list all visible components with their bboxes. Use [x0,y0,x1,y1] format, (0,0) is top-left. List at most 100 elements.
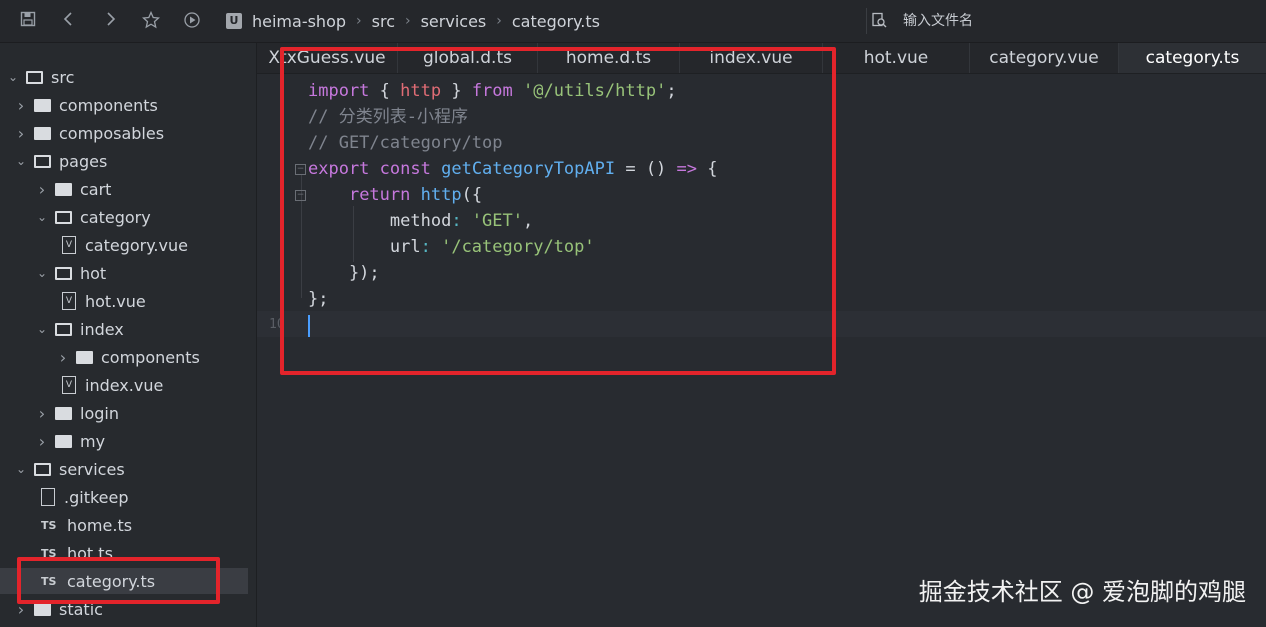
folder-icon [34,98,51,112]
current-line-highlight [257,311,1266,337]
chevron-down-icon[interactable]: ⌄ [6,70,20,84]
fold-toggle-icon[interactable]: − [295,190,306,201]
tab-index-vue[interactable]: index.vue [680,43,823,73]
code-token: { [697,159,718,179]
code-token: , [522,211,534,231]
code-token: { [369,81,401,101]
folder-icon [55,406,72,420]
tree-item-index-vue[interactable]: Vindex.vue [0,372,248,398]
folder-icon [55,182,72,196]
ts-file-icon: TS [41,546,57,560]
tree-item-index[interactable]: ⌄ index [0,316,248,342]
chevron-right-icon[interactable]: › [14,600,28,619]
code-token: } [441,81,472,101]
code-token: 'GET' [471,211,523,231]
code-editor[interactable]: − − 10 import { http } from '@/utils/htt… [257,74,1266,627]
tree-item-cart[interactable]: › cart [0,176,248,202]
chevron-down-icon[interactable]: ⌄ [35,322,49,336]
tree-item-category-ts[interactable]: TS category.ts [0,568,248,594]
folder-open-icon [34,462,51,476]
breadcrumb-services[interactable]: services [421,12,487,31]
run-icon[interactable] [182,11,202,31]
code-token: = () [615,159,677,179]
tree-item-composables[interactable]: › composables [0,120,248,146]
tab-category-ts[interactable]: category.ts [1119,43,1266,73]
tree-item-label: pages [59,151,108,171]
code-token: method [389,211,452,231]
breadcrumb-src[interactable]: src [372,12,395,31]
code-token: '@/utils/http' [523,81,667,101]
breadcrumb-project[interactable]: heima-shop [252,12,346,31]
chevron-down-icon[interactable]: ⌄ [14,462,28,476]
back-icon[interactable] [59,11,79,31]
chevron-right-icon[interactable]: › [14,124,28,143]
file-search-input[interactable] [901,12,1245,30]
project-logo-icon: U [226,13,242,29]
tree-item-category-vue[interactable]: Vcategory.vue [0,232,248,258]
code-line-5: return http({ [308,182,482,208]
tree-item-label: home.ts [67,515,133,535]
tree-item-src[interactable]: ⌄ src [0,64,248,90]
chevron-right-icon: › [496,13,502,29]
code-token: http [420,185,462,205]
chevron-down-icon[interactable]: ⌄ [35,210,49,224]
chevron-right-icon[interactable]: › [35,432,49,451]
tab-xtxguess[interactable]: XtxGuess.vue [257,43,398,73]
tab-hot-vue[interactable]: hot.vue [823,43,970,73]
tree-item--gitkeep[interactable]: .gitkeep [0,484,248,510]
tree-item-pages[interactable]: ⌄ pages [0,148,248,174]
tree-item-static[interactable]: › static [0,596,248,622]
tree-item-login[interactable]: › login [0,400,248,426]
tree-item-components[interactable]: › components [0,92,248,118]
chevron-down-icon[interactable]: ⌄ [35,266,49,280]
forward-icon[interactable] [100,11,120,31]
tree-item-home-ts[interactable]: TS home.ts [0,512,248,538]
tree-item-category[interactable]: ⌄ category [0,204,248,230]
code-token: '/category/top' [441,237,595,257]
vue-file-icon: V [62,236,76,254]
tree-item-my[interactable]: › my [0,428,248,454]
file-tree-sidebar: ⌄ src › components › composables ⌄ pages › cart ⌄ c… [0,43,257,627]
tab-global-d-ts[interactable]: global.d.ts [398,43,538,73]
code-token: => [676,159,698,179]
code-token: : [420,237,442,257]
tab-category-vue[interactable]: category.vue [970,43,1119,73]
code-line-7: url: '/category/top' [308,234,595,260]
tree-item-hot-vue[interactable]: Vhot.vue [0,288,248,314]
folder-open-icon [26,70,43,84]
watermark: 掘金技术社区 @ 爱泡脚的鸡腿 [918,578,1246,606]
code-token: from [471,81,513,101]
save-icon[interactable] [18,11,38,31]
tree-item-label: .gitkeep [64,487,129,507]
chevron-right-icon[interactable]: › [14,96,28,115]
vue-file-icon: V [62,376,76,394]
tab-home-d-ts[interactable]: home.d.ts [538,43,680,73]
chevron-right-icon[interactable]: › [35,180,49,199]
code-line-2: // 分类列表-小程序 [308,104,468,130]
chevron-right-icon: › [404,13,411,29]
tree-item-services[interactable]: ⌄ services [0,456,248,482]
folder-icon [76,350,93,364]
tree-item-components[interactable]: › components [0,344,248,370]
breadcrumb-file[interactable]: category.ts [512,12,600,31]
tree-item-hot-ts[interactable]: TS hot.ts [0,540,248,566]
editor-tabs: XtxGuess.vue global.d.ts home.d.ts index… [257,43,1266,74]
tree-item-label: index [80,319,124,339]
star-icon[interactable] [141,10,161,31]
folder-open-icon [34,154,51,168]
chevron-right-icon[interactable]: › [35,404,49,423]
folder-open-icon [55,210,72,224]
folder-icon [34,126,51,140]
fold-toggle-icon[interactable]: − [295,164,306,175]
file-search [866,8,1266,34]
tab-label: category.ts [1145,48,1240,68]
chevron-down-icon[interactable]: ⌄ [14,154,28,168]
tree-item-label: category [80,207,151,227]
tree-item-label: category.vue [85,235,188,255]
chevron-right-icon[interactable]: › [56,348,70,367]
tree-item-label: login [80,403,119,423]
tab-label: category.vue [989,48,1099,68]
tree-item-hot[interactable]: ⌄ hot [0,260,248,286]
